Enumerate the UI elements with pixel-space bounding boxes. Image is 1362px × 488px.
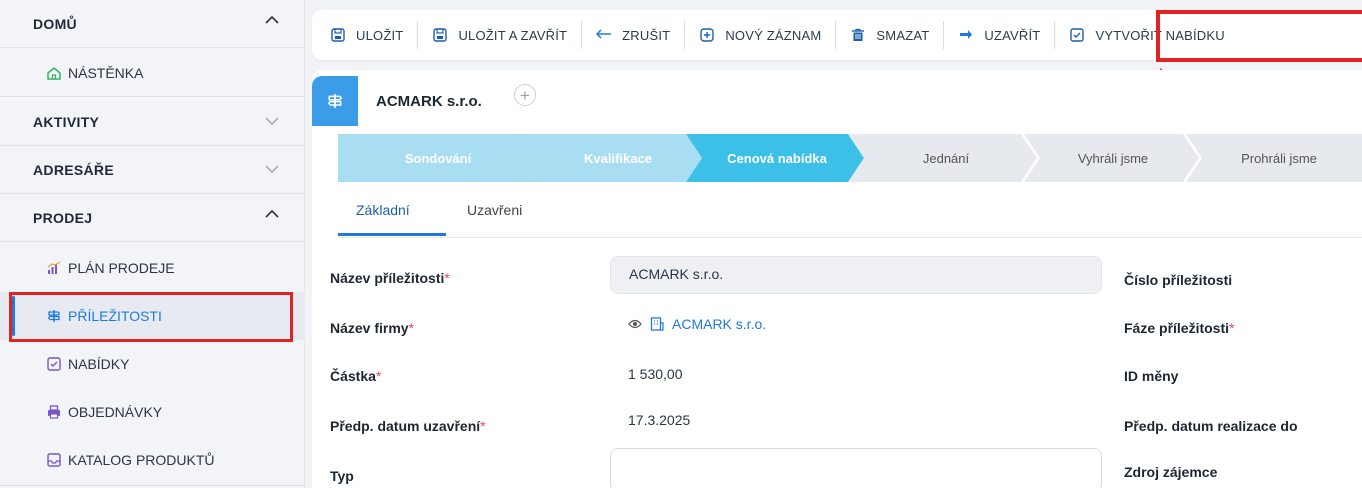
field-label-expected-close-date: Předp. datum uzavření* [330,418,486,434]
save-button[interactable]: ULOŽIT [330,21,419,49]
chart-icon [46,260,62,276]
divider [0,96,305,97]
record-header: ACMARK s.r.o. + [312,70,1362,126]
sidebar-section-home[interactable]: DOMŮ [0,0,305,48]
sidebar-item-label: NÁSTĚNKA [68,65,144,81]
tab-closed[interactable]: Uzavřeni [467,202,522,218]
save-and-close-button[interactable]: ULOŽIT A ZAVŘÍT [418,21,583,49]
trash-icon [850,27,866,43]
field-label-expected-realization-date: Předp. datum realizace do [1124,418,1298,434]
amount-value[interactable]: 1 530,00 [628,366,683,382]
cancel-button-label: ZRUŠIT [622,27,671,43]
sidebar-section-label: PRODEJ [33,209,93,226]
delete-button-label: SMAZAT [876,27,930,43]
save-button-label: ULOŽIT [356,27,404,43]
sidebar-section-label: AKTIVITY [33,113,100,130]
create-offer-button-label: VYTVOŘIT NABÍDKU [1095,27,1225,43]
close-record-button[interactable]: UZAVŘÍT [944,21,1056,49]
type-field[interactable] [610,448,1102,488]
opportunity-name-field[interactable]: ACMARK s.r.o. [610,256,1102,294]
save-icon [330,27,346,43]
opportunity-stage-stepper: Sondování Kvalifikace Cenová nabídka Jed… [338,134,1362,182]
plus-square-icon [699,27,715,43]
redirect-arrow-icon [958,27,974,43]
offer-icon [46,356,62,372]
sidebar-item-opportunities[interactable]: PŘÍLEŽITOSTI [0,292,305,340]
new-record-button-label: NOVÝ ZÁZNAM [725,27,822,43]
field-label-lead-source: Zdroj zájemce [1124,464,1218,480]
signpost-icon [46,308,62,324]
active-tab-indicator [338,233,446,236]
delete-button[interactable]: SMAZAT [836,21,945,49]
sidebar-item-label: PŘÍLEŽITOSTI [68,308,162,324]
sidebar-item-sales-plan[interactable]: PLÁN PRODEJE [0,244,305,292]
home-icon [46,65,62,81]
sidebar: DOMŮ NÁSTĚNKA AKTIVITY ADRESÁŘE PRODEJ P… [0,0,305,488]
sidebar-section-directories[interactable]: ADRESÁŘE [0,146,305,194]
field-label-opportunity-phase: Fáze příležitosti* [1124,320,1235,336]
offer-icon [1069,27,1085,43]
sidebar-section-activities[interactable]: AKTIVITY [0,98,305,146]
record-card: ACMARK s.r.o. + Sondování Kvalifikace Ce… [312,70,1362,488]
printer-icon [46,404,62,420]
stage-step[interactable]: Prohráli jsme [1196,134,1362,182]
sidebar-item-offers[interactable]: NABÍDKY [0,340,305,388]
chevron-up-icon [265,15,279,27]
sidebar-section-label: DOMŮ [33,15,77,32]
field-label-opportunity-name: Název příležitosti* [330,270,450,286]
sidebar-section-label: ADRESÁŘE [33,161,114,178]
field-label-currency-id: ID měny [1124,368,1179,384]
new-record-button[interactable]: NOVÝ ZÁZNAM [685,21,837,49]
sidebar-section-sales[interactable]: PRODEJ [0,194,305,242]
chevron-down-icon [265,117,279,129]
stage-step[interactable]: Jednání [858,134,1034,182]
signpost-icon [312,76,358,126]
undo-arrow-icon [596,27,612,43]
building-icon [650,317,664,331]
sidebar-item-label: OBJEDNÁVKY [68,404,163,420]
inbox-icon [46,452,62,468]
opportunity-name-value: ACMARK s.r.o. [629,266,724,282]
sidebar-item-dashboard[interactable]: NÁSTĚNKA [0,50,305,96]
sidebar-item-label: NABÍDKY [68,356,130,372]
divider [0,485,305,486]
sidebar-item-label: KATALOG PRODUKTŮ [68,452,215,468]
close-record-button-label: UZAVŘÍT [984,27,1041,43]
stage-step[interactable]: Sondování [338,134,538,182]
toolbar: ULOŽIT ULOŽIT A ZAVŘÍT ZRUŠIT NOVÝ ZÁZNA… [312,10,1362,60]
add-tab-button[interactable]: + [514,84,536,106]
tab-basic[interactable]: Základní [356,202,410,218]
save-icon [432,27,448,43]
field-label-opportunity-number: Číslo příležitosti [1124,272,1233,288]
record-title: ACMARK s.r.o. [376,93,482,110]
chevron-down-icon [265,165,279,177]
sidebar-item-product-catalog[interactable]: KATALOG PRODUKTŮ [0,436,305,484]
sidebar-item-label: PLÁN PRODEJE [68,260,175,276]
stage-step[interactable]: Kvalifikace [538,134,698,182]
chevron-up-icon [265,209,279,221]
stage-step[interactable]: Vyhráli jsme [1032,134,1194,182]
eye-icon[interactable] [628,319,642,329]
cancel-button[interactable]: ZRUŠIT [582,21,686,49]
app-root: DOMŮ NÁSTĚNKA AKTIVITY ADRESÁŘE PRODEJ P… [0,0,1362,488]
create-offer-button[interactable]: VYTVOŘIT NABÍDKU [1055,21,1238,49]
stage-step-current[interactable]: Cenová nabídka [694,134,860,182]
company-name-field[interactable]: ACMARK s.r.o. [628,316,766,332]
record-tabs: Základní Uzavřeni [338,182,1362,238]
company-name-link[interactable]: ACMARK s.r.o. [672,316,766,332]
field-label-type: Typ [330,468,354,484]
expected-close-date-value[interactable]: 17.3.2025 [628,412,690,428]
field-label-amount: Částka* [330,368,382,384]
sidebar-item-orders[interactable]: OBJEDNÁVKY [0,388,305,436]
save-and-close-button-label: ULOŽIT A ZAVŘÍT [458,27,568,43]
field-label-company-name: Název firmy* [330,320,415,336]
